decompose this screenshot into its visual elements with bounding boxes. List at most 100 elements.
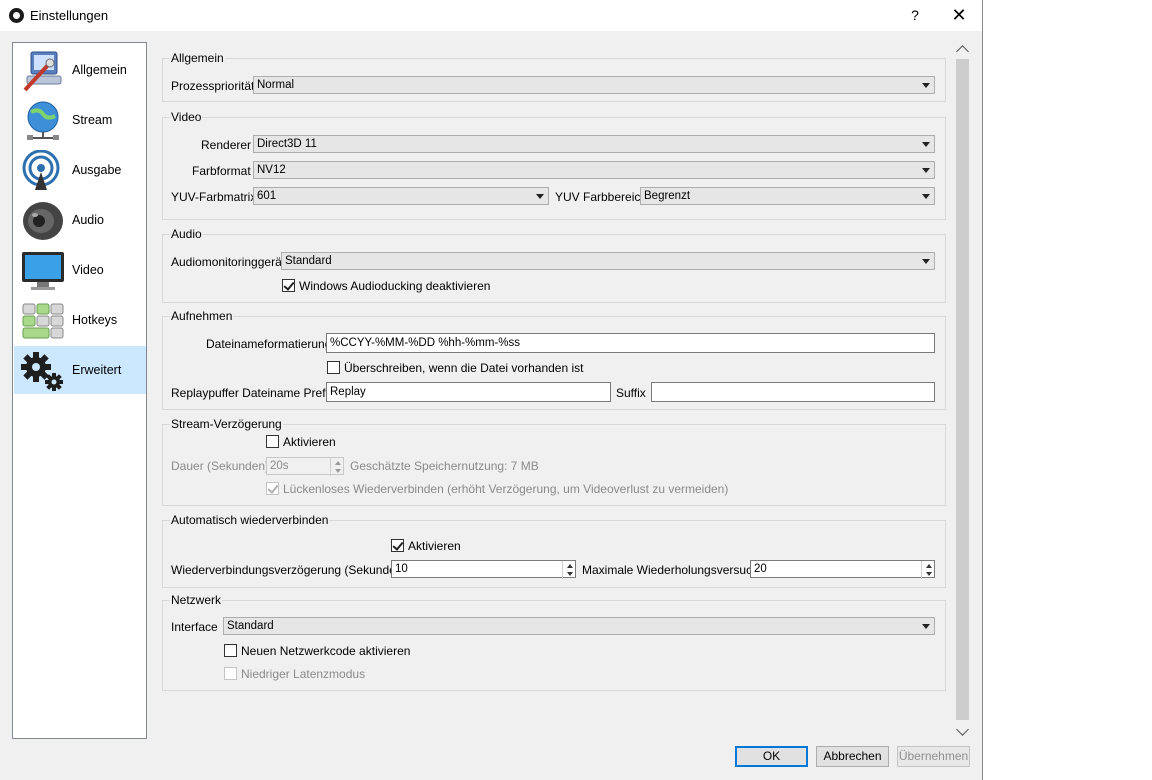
audio-monitoring-select[interactable]: Standard xyxy=(281,252,935,270)
spin-up-icon[interactable] xyxy=(926,564,932,568)
max-retries-label: Maximale Wiederholungsversuche xyxy=(582,563,766,577)
new-network-code-label: Neuen Netzwerkcode aktivieren xyxy=(241,644,411,658)
auto-reconnect-enable-label: Aktivieren xyxy=(408,539,461,553)
input-value: Replay xyxy=(330,386,366,398)
audio-ducking-checkbox[interactable] xyxy=(282,279,295,292)
broadcast-output-icon xyxy=(22,150,60,190)
sidebar-item-label: Hotkeys xyxy=(72,313,118,327)
select-value: Begrenzt xyxy=(644,190,691,202)
select-value: NV12 xyxy=(257,164,286,176)
spin-down-icon[interactable] xyxy=(926,572,932,576)
globe-network-icon xyxy=(27,101,59,140)
sidebar-item-label: Erweitert xyxy=(72,363,122,377)
select-value: Standard xyxy=(285,255,332,267)
chevron-down-icon xyxy=(922,168,930,173)
checkmark-icon xyxy=(392,539,404,551)
network-interface-select[interactable]: Standard xyxy=(223,617,935,635)
process-priority-select[interactable]: Normal xyxy=(253,76,935,94)
select-value: 601 xyxy=(257,190,277,202)
gears-icon xyxy=(21,352,63,391)
scrollbar-thumb[interactable] xyxy=(956,59,969,720)
stream-delay-enable-label: Aktivieren xyxy=(283,435,336,449)
spin-down-icon[interactable] xyxy=(567,572,573,576)
replay-suffix-input[interactable] xyxy=(651,382,935,402)
sidebar-item-hotkeys[interactable]: Hotkeys xyxy=(14,296,146,344)
seamless-reconnect-checkbox[interactable] xyxy=(266,482,279,495)
help-button[interactable]: ? xyxy=(905,5,925,25)
group-title: Netzwerk xyxy=(170,593,223,607)
spin-up-icon[interactable] xyxy=(335,461,341,465)
replay-prefix-label: Replaypuffer Dateiname Prefix xyxy=(171,386,335,400)
group-aufnehmen: Aufnehmen Dateinameformatierung %CCYY-%M… xyxy=(162,309,946,410)
monitor-icon xyxy=(22,252,64,290)
renderer-label: Renderer xyxy=(201,138,252,152)
sidebar-item-erweitert[interactable]: Erweitert xyxy=(14,346,146,394)
sidebar-item-label: Ausgabe xyxy=(72,163,122,177)
sidebar-item-stream[interactable]: Stream xyxy=(14,96,146,144)
sidebar-item-allgemein[interactable]: Allgemein xyxy=(14,46,146,94)
reconnect-delay-spinbox[interactable]: 10 xyxy=(391,560,576,579)
apply-button[interactable]: Übernehmen xyxy=(897,746,970,767)
stream-delay-enable-checkbox[interactable] xyxy=(266,435,279,448)
window-title: Einstellungen xyxy=(30,8,109,23)
yuv-range-label: YUV Farbbereich xyxy=(555,190,648,204)
sidebar-item-ausgabe[interactable]: Ausgabe xyxy=(14,146,146,194)
overwrite-checkbox[interactable] xyxy=(327,361,340,374)
filename-format-input[interactable]: %CCYY-%MM-%DD %hh-%mm-%ss xyxy=(326,333,935,353)
spin-up-icon[interactable] xyxy=(567,564,573,568)
input-value: %CCYY-%MM-%DD %hh-%mm-%ss xyxy=(330,337,520,349)
chevron-down-icon xyxy=(922,194,930,199)
filename-format-label: Dateinameformatierung xyxy=(206,337,332,351)
group-network: Netzwerk Interface Standard Neuen Netzwe… xyxy=(162,593,946,691)
yuv-matrix-label: YUV-Farbmatrix xyxy=(171,190,257,204)
scroll-down-icon[interactable] xyxy=(956,723,969,736)
sidebar-item-label: Allgemein xyxy=(72,63,127,77)
chevron-down-icon xyxy=(922,142,930,147)
settings-window: Einstellungen ? ✕ Allgemein Stream Ausga… xyxy=(0,0,983,780)
chevron-down-icon xyxy=(922,624,930,629)
group-video: Video Renderer Direct3D 11 Farbformat NV… xyxy=(162,110,946,220)
sidebar-item-label: Stream xyxy=(72,113,113,127)
low-latency-label: Niedriger Latenzmodus xyxy=(241,667,366,681)
delay-duration-spinbox[interactable]: 20s xyxy=(266,457,344,476)
ok-button[interactable]: OK xyxy=(735,746,808,767)
group-stream-delay: Stream-Verzögerung Aktivieren Dauer (Sek… xyxy=(162,417,946,506)
yuv-range-select[interactable]: Begrenzt xyxy=(640,187,935,205)
delay-duration-label: Dauer (Sekunden) xyxy=(171,459,270,473)
checkmark-icon xyxy=(267,482,279,494)
replay-suffix-label: Suffix xyxy=(616,386,646,400)
color-format-label: Farbformat xyxy=(192,164,251,178)
color-format-select[interactable]: NV12 xyxy=(253,161,935,179)
replay-prefix-input[interactable]: Replay xyxy=(326,382,611,402)
group-title: Video xyxy=(170,110,203,124)
group-title: Allgemein xyxy=(170,51,225,65)
auto-reconnect-enable-checkbox[interactable] xyxy=(391,539,404,552)
sidebar-item-video[interactable]: Video xyxy=(14,246,146,294)
sidebar-item-audio[interactable]: Audio xyxy=(14,196,146,244)
chevron-down-icon xyxy=(922,259,930,264)
renderer-select[interactable]: Direct3D 11 xyxy=(253,135,935,153)
select-value: Standard xyxy=(227,620,274,632)
low-latency-checkbox[interactable] xyxy=(224,667,237,680)
input-value: 10 xyxy=(395,563,408,575)
yuv-matrix-select[interactable]: 601 xyxy=(253,187,549,205)
title-bar: Einstellungen ? ✕ xyxy=(0,0,982,31)
close-button[interactable]: ✕ xyxy=(948,5,970,25)
chevron-down-icon xyxy=(922,83,930,88)
scroll-up-icon[interactable] xyxy=(956,45,969,58)
select-value: Direct3D 11 xyxy=(257,138,317,150)
group-title: Audio xyxy=(170,227,203,241)
sidebar-item-label: Audio xyxy=(72,213,104,227)
spin-down-icon[interactable] xyxy=(335,469,341,473)
reconnect-delay-label: Wiederverbindungsverzögerung (Sekunden) xyxy=(171,563,407,577)
max-retries-spinbox[interactable]: 20 xyxy=(750,560,935,579)
new-network-code-checkbox[interactable] xyxy=(224,644,237,657)
vertical-scrollbar[interactable] xyxy=(955,42,970,738)
cancel-button[interactable]: Abbrechen xyxy=(816,746,889,767)
obs-app-icon xyxy=(9,8,24,23)
checkmark-icon xyxy=(283,279,295,291)
group-title: Stream-Verzögerung xyxy=(170,417,283,431)
sidebar-item-label: Video xyxy=(72,263,104,277)
overwrite-label: Überschreiben, wenn die Datei vorhanden … xyxy=(344,361,584,375)
input-value: 20s xyxy=(270,460,289,472)
